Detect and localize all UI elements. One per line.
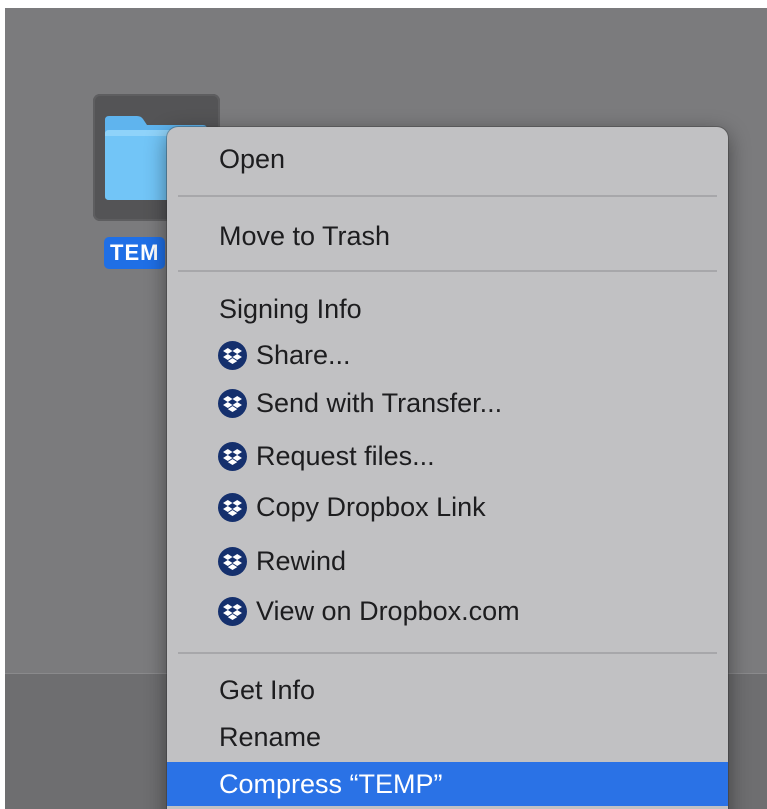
dropbox-icon (218, 388, 247, 418)
menu-item-label: Open (219, 143, 286, 174)
folder-name-label[interactable]: TEM (104, 237, 166, 269)
menu-item-move-to-trash[interactable]: Move to Trash (167, 216, 728, 256)
menu-separator (178, 270, 717, 272)
dropbox-icon (218, 492, 247, 522)
menu-item-label: Rename (219, 721, 322, 752)
menu-item-request-files[interactable]: Request files... (167, 436, 728, 476)
menu-separator (178, 652, 717, 654)
menu-item-copy-dropbox-link[interactable]: Copy Dropbox Link (167, 487, 728, 527)
menu-item-compress[interactable]: Compress “TEMP” (167, 762, 728, 806)
dropbox-icon (218, 340, 247, 370)
menu-item-label: Copy Dropbox Link (256, 491, 486, 522)
dropbox-icon (218, 596, 247, 626)
menu-item-label: Send with Transfer... (256, 387, 503, 418)
menu-separator (178, 195, 717, 197)
menu-item-label: Rewind (256, 545, 347, 576)
menu-item-rewind[interactable]: Rewind (167, 541, 728, 581)
menu-item-label: Request files... (256, 440, 435, 471)
desktop: TEM Open Move to Trash Signing Info Shar… (0, 0, 767, 809)
menu-item-signing-info[interactable]: Signing Info (167, 289, 728, 329)
menu-item-label: Move to Trash (219, 220, 391, 251)
dropbox-icon (218, 546, 247, 576)
menu-item-label: Get Info (219, 674, 316, 705)
menu-item-label: View on Dropbox.com (256, 595, 520, 626)
menu-item-view-on-dropbox[interactable]: View on Dropbox.com (167, 591, 728, 631)
menu-item-open[interactable]: Open (167, 139, 728, 179)
menu-item-label: Share... (256, 339, 351, 370)
context-menu: Open Move to Trash Signing Info Share...… (167, 127, 728, 809)
dropbox-icon (218, 441, 247, 471)
menu-item-get-info[interactable]: Get Info (167, 670, 728, 710)
menu-item-send-with-transfer[interactable]: Send with Transfer... (167, 383, 728, 423)
menu-item-rename[interactable]: Rename (167, 717, 728, 757)
menu-item-label: Compress “TEMP” (219, 768, 443, 799)
menu-item-label: Signing Info (219, 293, 362, 324)
menu-item-share[interactable]: Share... (167, 335, 728, 375)
